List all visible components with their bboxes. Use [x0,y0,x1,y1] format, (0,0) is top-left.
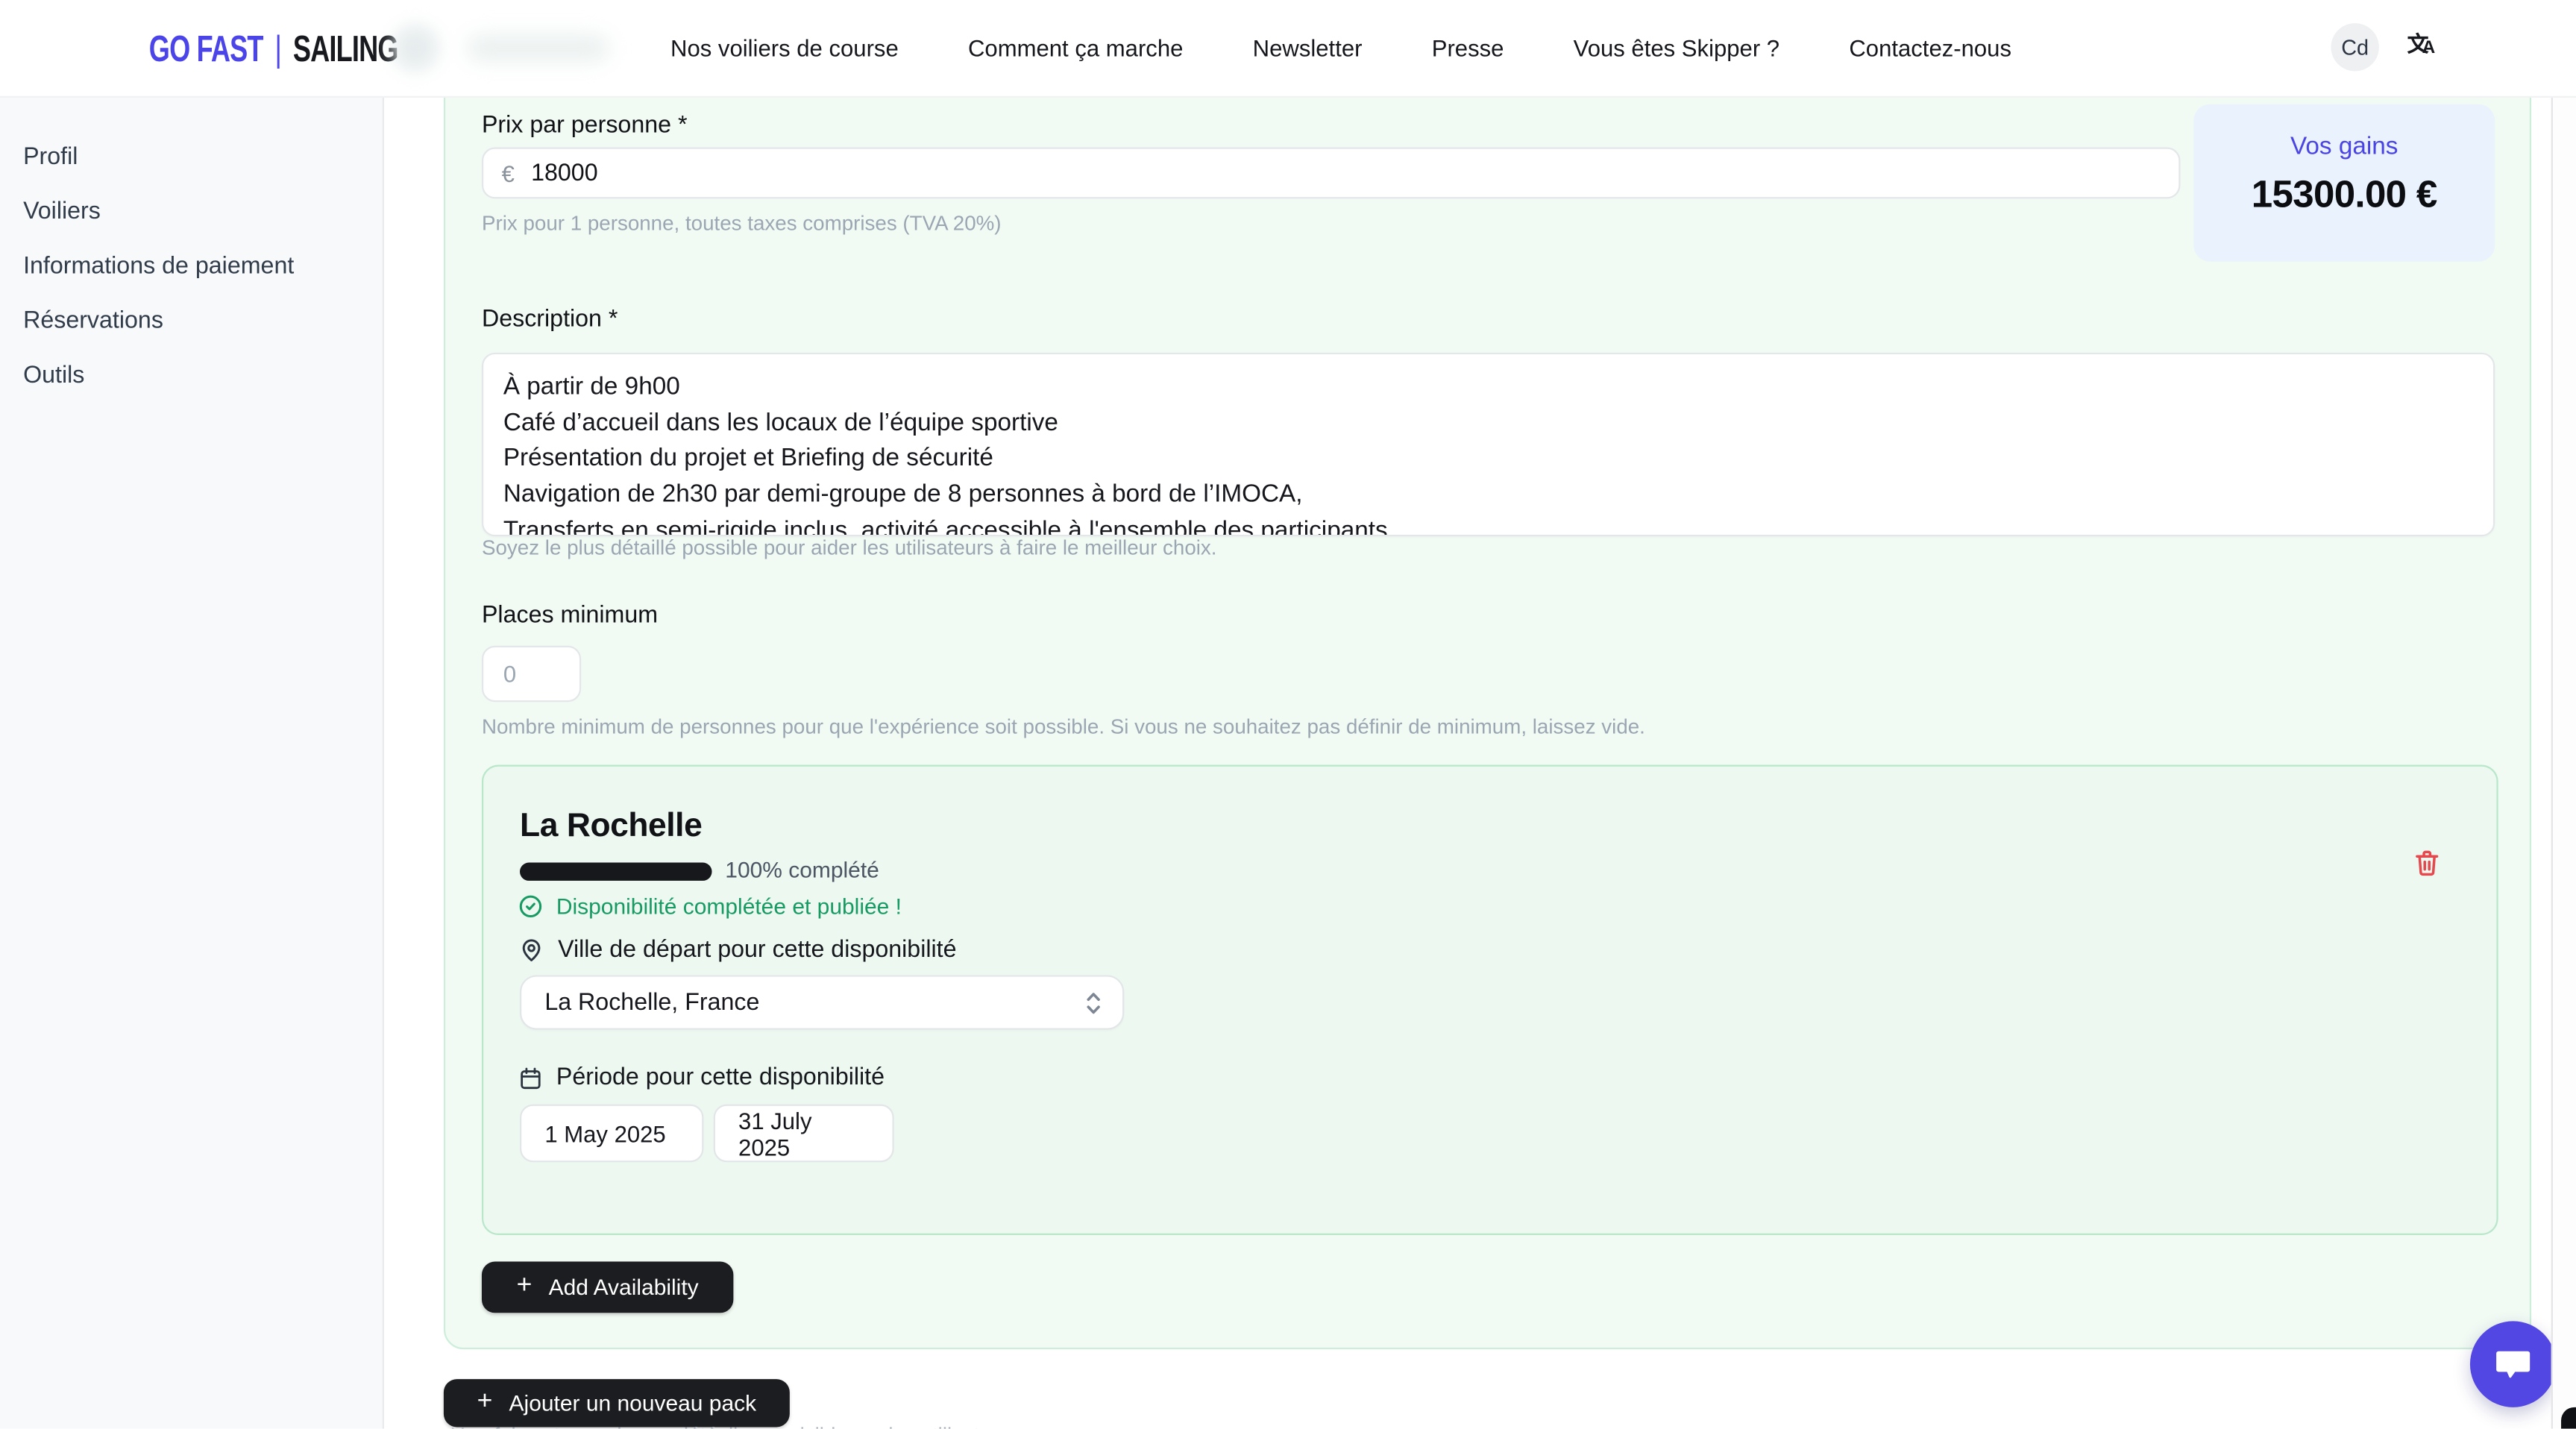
blurred-boat-name [467,35,609,62]
location-pin-icon [518,937,545,964]
min-places-label: Places minimum [482,603,658,629]
page: GO FAST | SAILING Nos voiliers de course… [0,0,2576,1429]
date-end-input[interactable]: 31 July 2025 [714,1105,894,1163]
chat-widget-button[interactable] [2470,1321,2556,1407]
account-sidebar: Profil Voiliers Informations de paiement… [0,96,384,1429]
price-helper-text: Prix pour 1 personne, toutes taxes compr… [482,212,1002,235]
gains-amount: 15300.00 € [2193,172,2495,217]
nav-item-vous-etes-skipper[interactable]: Vous êtes Skipper ? [1574,35,1779,62]
euro-prefix: € [502,160,515,186]
availability-title: La Rochelle [520,808,702,846]
calendar-icon [518,1065,543,1090]
logo-part-gofast: GO FAST [149,28,263,69]
description-line: Café d’accueil dans les locaux de l’équi… [503,405,2474,441]
site-logo[interactable]: GO FAST | SAILING [149,28,398,72]
period-label: Période pour cette disponibilité [556,1064,885,1091]
nav-item-contactez-nous[interactable]: Contactez-nous [1849,35,2011,62]
user-avatar[interactable]: Cd [2331,23,2378,71]
sidebar-item-informations-paiement[interactable]: Informations de paiement [23,250,383,285]
add-availability-button[interactable]: + Add Availability [482,1261,733,1313]
city-select[interactable]: La Rochelle, France [520,975,1124,1029]
nav-item-newsletter[interactable]: Newsletter [1253,35,1363,62]
gains-box: Vos gains 15300.00 € [2193,104,2495,262]
availability-card: La Rochelle 100% complété Disponibilité … [482,765,2498,1235]
main-content: Prix par personne * € Prix pour 1 person… [384,96,2576,1429]
description-line: Présentation du projet et Briefing de sé… [503,441,2474,477]
availability-status: Disponibilité complétée et publiée ! [518,894,902,919]
min-places-helper-text: Nombre minimum de personnes pour que l'e… [482,715,1645,738]
main-nav: Nos voiliers de course Comment ça marche… [670,0,2011,96]
description-label: Description * [482,307,618,333]
sidebar-item-voiliers[interactable]: Voiliers [23,195,383,230]
nav-item-voiliers-de-course[interactable]: Nos voiliers de course [670,35,899,62]
price-field[interactable]: € [482,148,2181,199]
chat-bubble-icon [2492,1344,2535,1384]
plus-icon: + [477,1387,493,1417]
min-places-input[interactable] [482,646,581,702]
description-textarea[interactable]: À partir de 9h00 Café d’accueil dans les… [482,353,2495,536]
top-navbar: GO FAST | SAILING Nos voiliers de course… [0,0,2576,98]
add-pack-label: Ajouter un nouveau pack [509,1391,757,1416]
delete-availability-button[interactable] [2412,848,2442,878]
sidebar-item-profil[interactable]: Profil [23,141,383,176]
description-helper-text: Soyez le plus détaillé possible pour aid… [482,536,1217,559]
check-circle-icon [518,894,543,919]
add-pack-button[interactable]: + Ajouter un nouveau pack [444,1379,790,1427]
price-input[interactable] [528,158,2025,188]
plus-icon: + [517,1272,533,1301]
trash-icon [2412,848,2442,878]
select-chevrons-icon [1084,989,1102,1016]
price-label: Prix par personne * [482,113,688,139]
add-availability-label: Add Availability [549,1275,699,1299]
gains-label: Vos gains [2193,133,2495,161]
date-start-input[interactable]: 1 May 2025 [520,1105,703,1163]
description-line: Navigation de 2h30 par demi-groupe de 8 … [503,477,2474,513]
sidebar-item-outils[interactable]: Outils [23,359,383,395]
logo-separator: | [274,28,281,69]
progress-bar [520,863,711,881]
availability-status-text: Disponibilité complétée et publiée ! [556,894,902,919]
description-line-clipped: Transferts en semi-rigide inclus, activi… [503,513,2474,536]
blurred-avatar [392,25,439,71]
period-label-row: Période pour cette disponibilité [518,1064,885,1091]
translate-icon[interactable]: 文 A [2407,30,2444,66]
progress-label: 100% complété [725,858,879,882]
sidebar-item-reservations[interactable]: Réservations [23,304,383,339]
description-line: À partir de 9h00 [503,369,2474,405]
page-scrollbar[interactable] [2551,0,2576,1429]
clipped-footer-helper-text: Une fois votre pack complété, il sera vi… [450,1424,1025,1429]
city-label: Ville de départ pour cette disponibilité [558,937,956,964]
city-label-row: Ville de départ pour cette disponibilité [518,937,957,964]
nav-item-comment-ca-marche[interactable]: Comment ça marche [968,35,1183,62]
logo-part-sailing: SAILING [293,28,398,69]
nav-item-presse[interactable]: Presse [1432,35,1504,62]
city-select-value: La Rochelle, France [544,989,1084,1016]
